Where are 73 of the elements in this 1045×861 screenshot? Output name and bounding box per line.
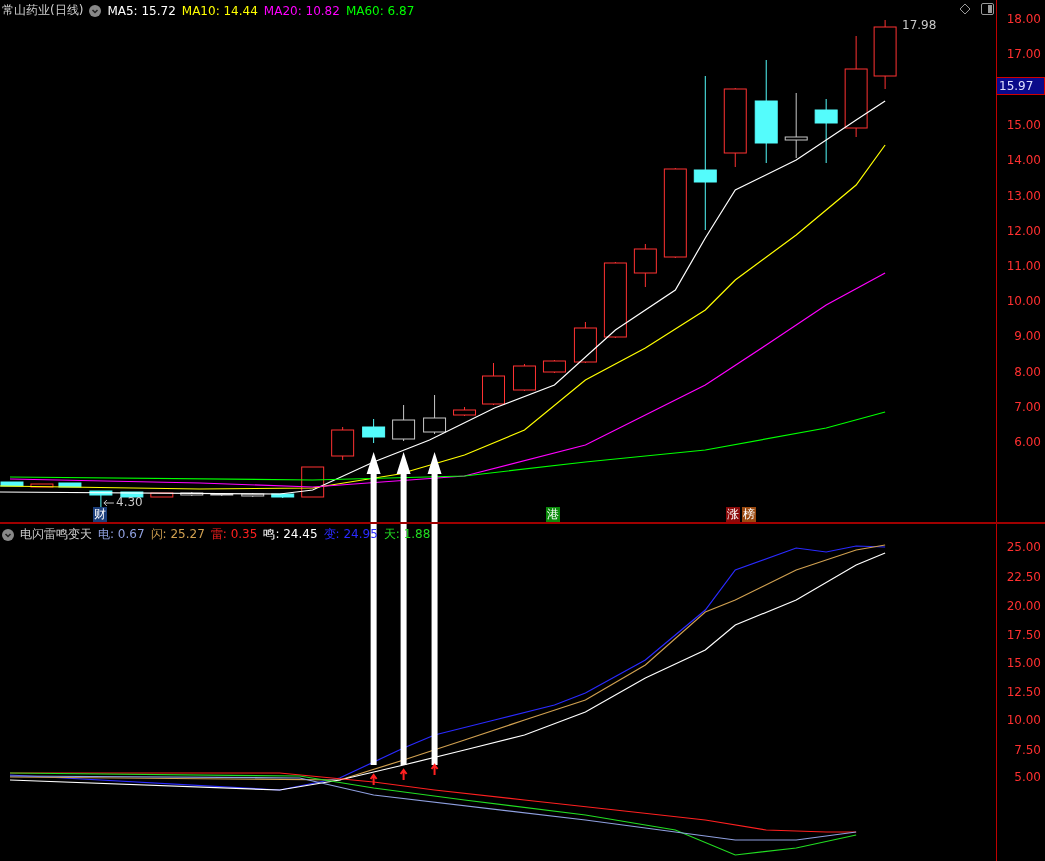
event-tag[interactable]: 涨: [726, 507, 740, 522]
arrow-drawing: [396, 452, 411, 522]
axis-label: 6.00: [1014, 435, 1041, 449]
axis-label: 17.50: [1006, 628, 1041, 642]
axis-label: 9.00: [1014, 329, 1041, 343]
candlestick: [633, 243, 657, 288]
signal-arrow-icon: [369, 773, 378, 786]
indicator-value: MA60: 6.87: [345, 3, 415, 18]
arrow-drawing: [366, 452, 381, 522]
event-tag[interactable]: 港: [546, 507, 560, 522]
candlestick: [453, 406, 476, 417]
candlestick: [241, 492, 265, 498]
dropdown-icon[interactable]: [2, 528, 14, 541]
candlestick: [30, 483, 54, 488]
low-price-label: 4.30: [116, 495, 143, 509]
candlestick: [0, 481, 24, 487]
axis-label: 7.50: [1014, 743, 1041, 757]
candlestick: [89, 490, 113, 509]
axis-label: 13.00: [1006, 189, 1041, 203]
candlestick: [150, 492, 174, 498]
candlestick: [423, 394, 447, 435]
chart-title: 常山药业(日线): [2, 2, 84, 19]
axis-label: 5.00: [1014, 770, 1041, 784]
signal-arrow-icon: [399, 768, 408, 781]
indicator-title: 电闪雷鸣变天: [20, 526, 92, 543]
axis-label: 15.00: [1006, 656, 1041, 670]
candlestick: [210, 492, 234, 497]
axis-label: 25.00: [1006, 540, 1041, 554]
candlestick: [362, 418, 386, 444]
high-price-label: 17.98: [902, 18, 937, 32]
axis-label: 17.00: [1006, 47, 1041, 61]
axis-label: 7.00: [1014, 400, 1041, 414]
candlestick: [873, 19, 897, 90]
indicator-value: 电: 0.67: [98, 526, 145, 543]
candlestick: [542, 359, 566, 374]
dropdown-icon[interactable]: [89, 4, 102, 17]
signal-arrow-icon: [430, 763, 439, 776]
candlestick: [573, 321, 597, 364]
axis-label: 11.00: [1006, 259, 1041, 273]
axis-label: 14.00: [1006, 153, 1041, 167]
current-price-tag: 15.97: [996, 77, 1045, 95]
indicator-value: MA10: 14.44: [181, 3, 258, 18]
axis-label: 22.50: [1006, 570, 1041, 584]
indicator-value: MA5: 15.72: [107, 3, 176, 18]
candlestick: [814, 98, 838, 164]
candlestick: [301, 466, 325, 498]
axis-label: 10.00: [1006, 713, 1041, 727]
axis-label: 12.00: [1006, 224, 1041, 238]
diamond-icon[interactable]: [959, 3, 971, 15]
candlestick: [180, 491, 204, 497]
axis-label: 20.00: [1006, 599, 1041, 613]
arrow-drawing: [427, 452, 442, 522]
indicator-value: 鸣: 24.45: [263, 526, 318, 543]
panel-icon[interactable]: [981, 3, 994, 15]
axis-label: 8.00: [1014, 365, 1041, 379]
candlestick: [784, 92, 808, 159]
indicator-value: MA20: 10.82: [263, 3, 340, 18]
candlestick: [271, 493, 295, 499]
axis-label: 10.00: [1006, 294, 1041, 308]
event-tag[interactable]: 财: [93, 507, 107, 522]
candlestick: [331, 426, 355, 461]
candlestick: [513, 363, 536, 392]
axis-label: 15.00: [1006, 118, 1041, 132]
indicator-value: 雷: 0.35: [210, 526, 258, 543]
candlestick: [120, 491, 144, 498]
candlestick: [392, 404, 416, 442]
candlestick: [482, 362, 505, 406]
axis-label: 18.00: [1006, 12, 1041, 26]
event-tag[interactable]: 榜: [742, 507, 756, 522]
candlestick: [58, 482, 82, 488]
indicator-value: 闪: 25.27: [150, 526, 205, 543]
arrow-icon: [103, 499, 115, 507]
axis-label: 12.50: [1006, 685, 1041, 699]
